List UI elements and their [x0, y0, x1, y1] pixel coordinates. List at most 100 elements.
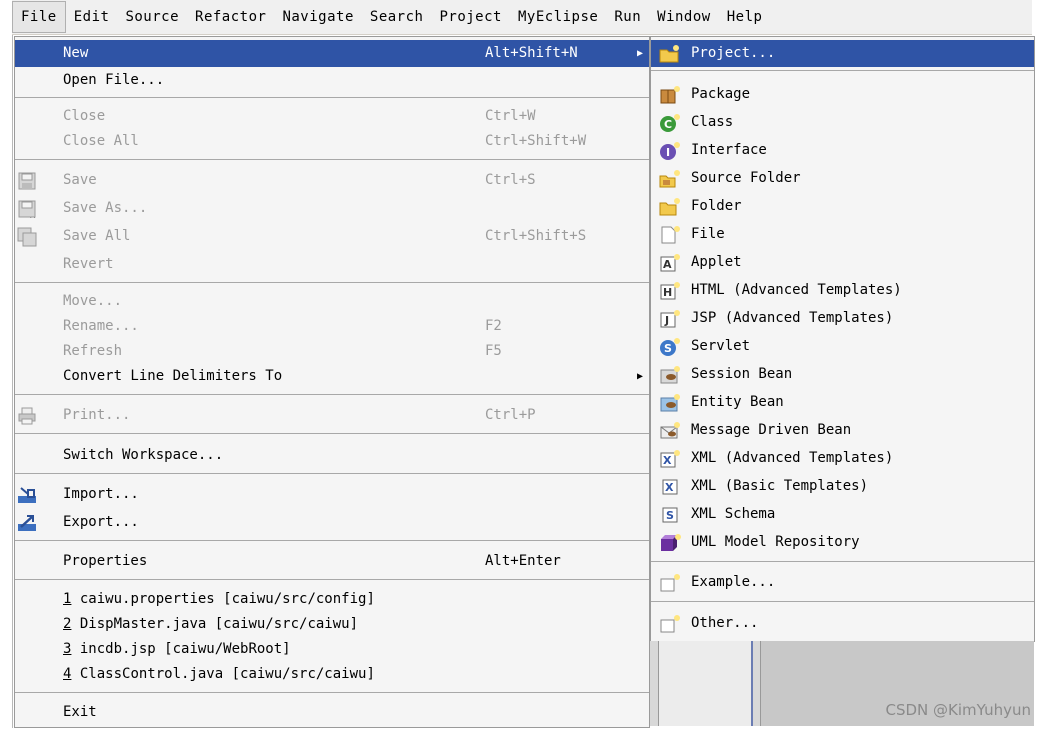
- menu-separator: [15, 692, 649, 693]
- menu-item-properties[interactable]: Properties Alt+Enter: [15, 548, 649, 575]
- submenu-arrow-icon: ▶: [636, 48, 643, 59]
- menu-item-new[interactable]: New Alt+Shift+N ▶: [15, 40, 649, 67]
- submenu-item-class[interactable]: C Class: [651, 109, 1034, 136]
- menu-item-switch-workspace[interactable]: Switch Workspace...: [15, 442, 649, 469]
- recent-file-1[interactable]: 1 caiwu.properties [caiwu/src/config]: [15, 586, 649, 613]
- window-left-edge: [12, 0, 13, 728]
- submenu-item-jsp[interactable]: J JSP (Advanced Templates): [651, 305, 1034, 332]
- menu-item-label: Properties: [63, 553, 148, 569]
- svg-text:J: J: [664, 314, 669, 327]
- class-icon: C: [660, 114, 680, 132]
- submenu-item-xml-schema[interactable]: S XML Schema: [651, 501, 1034, 528]
- submenu-item-other[interactable]: Other...: [651, 610, 1034, 637]
- menu-navigate[interactable]: Navigate: [274, 0, 361, 34]
- session-bean-icon: [660, 366, 680, 384]
- submenu-item-label: Interface: [691, 142, 767, 158]
- submenu-item-entity-bean[interactable]: Entity Bean: [651, 389, 1034, 416]
- submenu-item-applet[interactable]: A Applet: [651, 249, 1034, 276]
- menu-item-refresh[interactable]: Refresh F5: [15, 338, 649, 365]
- submenu-item-interface[interactable]: I Interface: [651, 137, 1034, 164]
- recent-file-3[interactable]: 3 incdb.jsp [caiwu/WebRoot]: [15, 636, 649, 663]
- recent-file-label: 4 ClassControl.java [caiwu/src/caiwu]: [63, 661, 375, 688]
- submenu-item-uml-model-repository[interactable]: UML Model Repository: [651, 529, 1034, 556]
- svg-text:H: H: [663, 286, 672, 299]
- recent-file-number: 1: [63, 591, 72, 607]
- menu-separator: [15, 97, 649, 98]
- submenu-item-label: JSP (Advanced Templates): [691, 310, 894, 326]
- submenu-item-source-folder[interactable]: Source Folder: [651, 165, 1034, 192]
- menu-item-save[interactable]: Save Ctrl+S: [15, 167, 649, 194]
- submenu-item-xml-basic[interactable]: X XML (Basic Templates): [651, 473, 1034, 500]
- submenu-item-folder[interactable]: Folder: [651, 193, 1034, 220]
- xml-advanced-icon: X: [660, 450, 680, 468]
- html-icon: H: [660, 282, 680, 300]
- file-menu: New Alt+Shift+N ▶ Open File... Close Ctr…: [14, 36, 650, 728]
- submenu-item-label: Entity Bean: [691, 394, 784, 410]
- submenu-item-label: XML Schema: [691, 506, 776, 522]
- submenu-item-file[interactable]: File: [651, 221, 1034, 248]
- menu-item-rename[interactable]: Rename... F2: [15, 313, 649, 340]
- menu-item-exit[interactable]: Exit: [15, 699, 649, 726]
- folder-icon: [659, 198, 680, 216]
- watermark: CSDN @KimYuhyun: [885, 701, 1032, 719]
- menu-window[interactable]: Window: [649, 0, 719, 34]
- menu-item-convert-line-delimiters[interactable]: Convert Line Delimiters To ▶: [15, 363, 649, 390]
- submenu-item-servlet[interactable]: S Servlet: [651, 333, 1034, 360]
- menu-separator: [651, 561, 1034, 562]
- menu-search[interactable]: Search: [362, 0, 432, 34]
- menu-item-save-as[interactable]: ... Save As...: [15, 195, 649, 222]
- submenu-item-session-bean[interactable]: Session Bean: [651, 361, 1034, 388]
- menu-item-label: Convert Line Delimiters To: [63, 368, 283, 384]
- new-submenu: Project... Package C Class I Interface S…: [650, 36, 1035, 642]
- submenu-item-label: Session Bean: [691, 366, 793, 382]
- submenu-item-label: Class: [691, 114, 734, 130]
- submenu-item-label: File: [691, 226, 725, 242]
- menu-item-open-file[interactable]: Open File...: [15, 67, 649, 94]
- message-bean-icon: [660, 422, 680, 439]
- menu-item-import[interactable]: Import...: [15, 481, 649, 508]
- menu-item-close-all[interactable]: Close All Ctrl+Shift+W: [15, 128, 649, 155]
- submenu-item-example[interactable]: Example...: [651, 569, 1034, 596]
- project-icon: [659, 45, 679, 63]
- menu-item-label: Open File...: [63, 72, 165, 88]
- submenu-item-package[interactable]: Package: [651, 81, 1034, 108]
- submenu-item-xml-advanced[interactable]: X XML (Advanced Templates): [651, 445, 1034, 472]
- applet-icon: A: [660, 254, 680, 272]
- menu-item-label: Save: [63, 172, 97, 188]
- example-icon: [660, 574, 680, 592]
- svg-text:I: I: [666, 146, 670, 159]
- menu-source[interactable]: Source: [117, 0, 187, 34]
- menu-project[interactable]: Project: [431, 0, 510, 34]
- shortcut-label: Ctrl+S: [485, 172, 536, 188]
- servlet-icon: S: [660, 338, 680, 356]
- menu-item-revert[interactable]: Revert: [15, 251, 649, 278]
- menu-item-move[interactable]: Move...: [15, 288, 649, 315]
- menu-refactor[interactable]: Refactor: [187, 0, 274, 34]
- package-icon: [660, 86, 680, 104]
- submenu-item-label: XML (Advanced Templates): [691, 450, 894, 466]
- menu-separator: [651, 70, 1034, 71]
- menu-item-print[interactable]: Print... Ctrl+P: [15, 402, 649, 429]
- entity-bean-icon: [660, 394, 680, 412]
- recent-file-4[interactable]: 4 ClassControl.java [caiwu/src/caiwu]: [15, 661, 649, 688]
- menu-item-label: Save All: [63, 228, 131, 244]
- shortcut-label: Ctrl+P: [485, 407, 536, 423]
- menu-item-label: Move...: [63, 293, 123, 309]
- menu-myeclipse[interactable]: MyEclipse: [510, 0, 606, 34]
- submenu-item-html[interactable]: H HTML (Advanced Templates): [651, 277, 1034, 304]
- menu-item-export[interactable]: Export...: [15, 509, 649, 536]
- menu-file[interactable]: File: [12, 1, 66, 33]
- submenu-item-label: Message Driven Bean: [691, 422, 852, 438]
- menu-item-save-all[interactable]: Save All Ctrl+Shift+S: [15, 223, 649, 250]
- recent-file-2[interactable]: 2 DispMaster.java [caiwu/src/caiwu]: [15, 611, 649, 638]
- menu-separator: [15, 394, 649, 395]
- jsp-icon: J: [660, 310, 680, 328]
- menu-help[interactable]: Help: [719, 0, 771, 34]
- submenu-item-label: Source Folder: [691, 170, 801, 186]
- menu-item-label: Exit: [63, 704, 97, 720]
- submenu-item-project[interactable]: Project...: [651, 40, 1034, 67]
- menu-item-close[interactable]: Close Ctrl+W: [15, 103, 649, 130]
- menu-run[interactable]: Run: [606, 0, 649, 34]
- submenu-item-message-driven-bean[interactable]: Message Driven Bean: [651, 417, 1034, 444]
- menu-edit[interactable]: Edit: [66, 0, 118, 34]
